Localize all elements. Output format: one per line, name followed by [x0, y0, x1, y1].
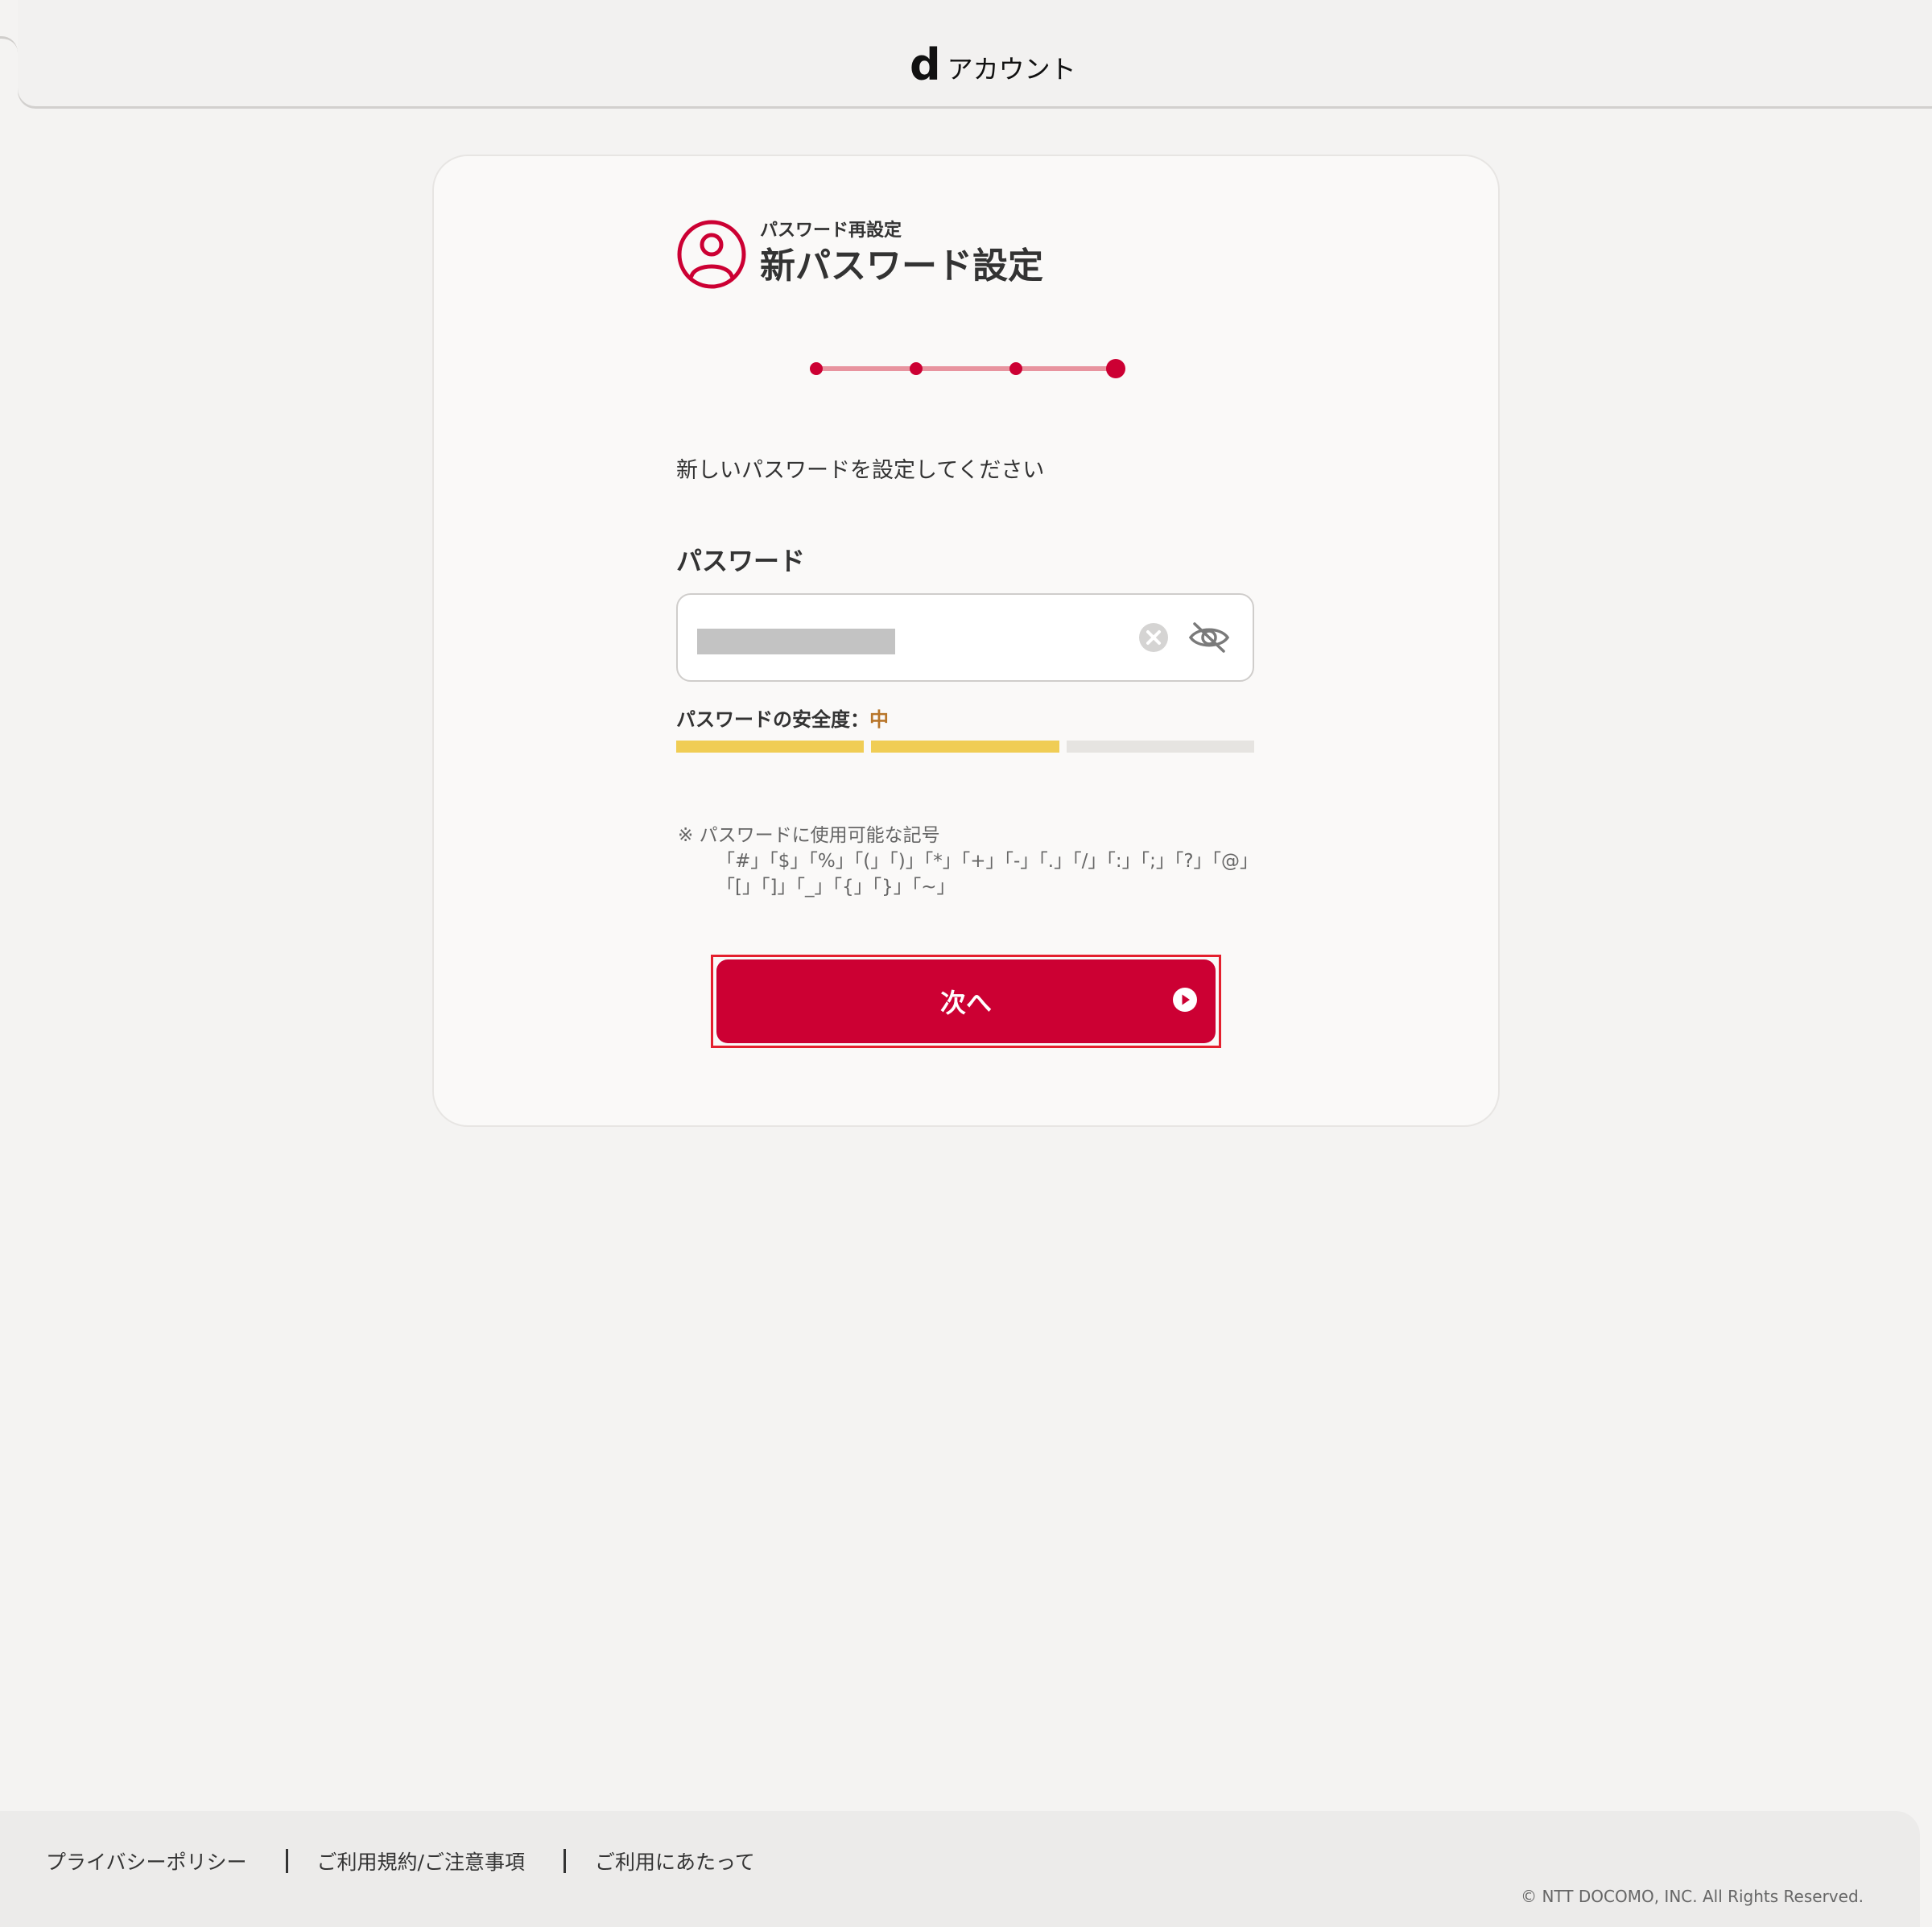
clear-icon[interactable]	[1138, 622, 1169, 653]
strength-bar-1	[676, 741, 865, 753]
header: d アカウント	[18, 0, 1932, 106]
note-symbols-line-2: 「[」「]」「_」「{」「}」「~」	[716, 877, 956, 897]
page-title: 新パスワード設定	[760, 246, 1043, 287]
footer-divider	[285, 1849, 288, 1873]
strength-bar-2	[871, 741, 1059, 753]
d-account-logo[interactable]: d アカウント	[910, 39, 1076, 90]
password-strength-label: パスワードの安全度：中	[676, 704, 889, 732]
footer-links: プライバシーポリシー ご利用規約/ご注意事項 ご利用にあたって	[46, 1847, 755, 1875]
step-dot-1	[810, 362, 823, 375]
footer-divider	[563, 1849, 566, 1873]
next-button-label: 次へ	[939, 988, 992, 1018]
logo-mark: d	[910, 39, 941, 90]
header-corner-decoration	[0, 36, 18, 53]
user-icon	[677, 220, 746, 289]
strength-value: 中	[869, 708, 889, 731]
step-dot-current	[1106, 359, 1125, 378]
terms-link[interactable]: ご利用規約/ご注意事項	[317, 1847, 525, 1875]
page-subtitle: パスワード再設定	[760, 221, 902, 241]
strength-label-text: パスワードの安全度：	[676, 708, 869, 731]
play-circle-icon	[1173, 988, 1197, 1012]
note-symbols-line-1: 「#」「$」「%」「(」「)」「*」「+」「-」「.」「/」「:」「;」「?」「…	[716, 851, 1259, 872]
usage-notes-link[interactable]: ご利用にあたって	[595, 1847, 755, 1875]
instruction-text: 新しいパスワードを設定してください	[676, 458, 1045, 483]
password-label: パスワード	[676, 546, 806, 576]
next-button[interactable]: 次へ	[716, 959, 1216, 1043]
password-input[interactable]	[676, 593, 1254, 682]
strength-bar-3	[1066, 741, 1254, 753]
eye-off-icon[interactable]	[1188, 619, 1230, 656]
password-masked-value	[697, 629, 895, 654]
privacy-policy-link[interactable]: プライバシーポリシー	[46, 1847, 247, 1875]
allowed-symbols-note: ※ パスワードに使用可能な記号 「#」「$」「%」「(」「)」「*」「+」「-」…	[678, 823, 1258, 900]
step-dot-3	[1009, 362, 1022, 375]
step-dot-2	[910, 362, 923, 375]
page-heading: パスワード再設定 新パスワード設定	[676, 219, 1043, 290]
step-indicator	[810, 359, 1125, 378]
password-strength-meter	[676, 741, 1254, 753]
footer: プライバシーポリシー ご利用規約/ご注意事項 ご利用にあたって © NTT DO…	[0, 1811, 1920, 1927]
copyright: © NTT DOCOMO, INC. All Rights Reserved.	[1521, 1887, 1864, 1906]
note-heading: ※ パスワードに使用可能な記号	[678, 825, 940, 846]
logo-text: アカウント	[947, 54, 1076, 85]
